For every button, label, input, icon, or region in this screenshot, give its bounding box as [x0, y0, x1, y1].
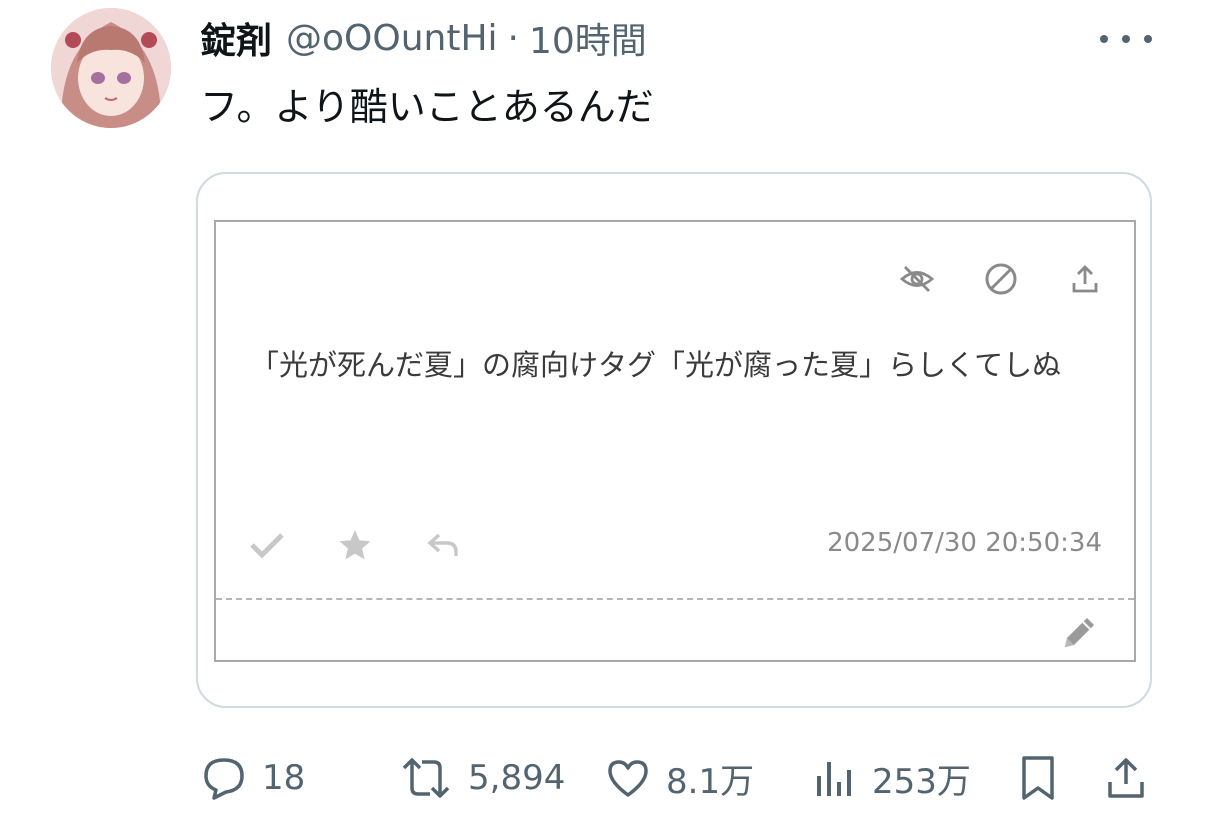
author-name[interactable]: 錠剤 [200, 12, 272, 64]
header-separator: · [507, 17, 519, 59]
share-icon[interactable] [1066, 260, 1104, 298]
tweet-time[interactable]: 10時間 [529, 12, 647, 64]
reply-button[interactable]: 18 [200, 748, 305, 808]
embedded-card: 「光が死んだ夏」の腐向けタグ「光が腐った夏」らしくてしぬ 2025/07/30 … [214, 220, 1136, 662]
like-count: 8.1万 [666, 761, 755, 802]
tweet-actions: 18 5,894 8.1万 253万 [196, 748, 1156, 808]
reply-count: 18 [262, 758, 306, 798]
like-button[interactable]: 8.1万 [604, 748, 754, 808]
bookmark-icon [1022, 756, 1054, 800]
card-text: 「光が死んだ夏」の腐向けタグ「光が腐った夏」らしくてしぬ [250, 348, 1062, 382]
reply-icon[interactable] [424, 526, 462, 564]
views-count: 253万 [872, 761, 971, 802]
reply-bubble-icon [204, 758, 244, 800]
more-options-icon[interactable] [1100, 24, 1152, 54]
repost-icon [402, 758, 450, 798]
card-top-icons [898, 260, 1104, 298]
views-button[interactable]: 253万 [810, 748, 971, 808]
share-upload-icon [1108, 758, 1144, 798]
bookmark-button[interactable] [1014, 748, 1076, 808]
card-timestamp: 2025/07/30 20:50:34 [827, 528, 1102, 558]
tweet-text: フ。より酷いことあるんだ [200, 85, 654, 129]
eye-slash-icon[interactable] [898, 260, 936, 298]
tweet-header: 錠剤 @oOOuntHi · 10時間 [200, 12, 647, 64]
views-chart-icon [817, 762, 851, 796]
share-button[interactable] [1102, 748, 1164, 808]
check-icon[interactable] [248, 526, 286, 564]
star-icon[interactable] [336, 526, 374, 564]
repost-count: 5,894 [468, 758, 566, 798]
avatar-image [51, 8, 171, 128]
repost-button[interactable]: 5,894 [398, 748, 565, 808]
card-actions [248, 526, 462, 564]
heart-icon [608, 760, 648, 797]
avatar[interactable] [51, 8, 171, 128]
author-handle[interactable]: @oOOuntHi [286, 18, 498, 59]
card-divider [216, 598, 1134, 600]
ban-icon[interactable] [982, 260, 1020, 298]
pencil-icon[interactable] [1058, 610, 1102, 654]
